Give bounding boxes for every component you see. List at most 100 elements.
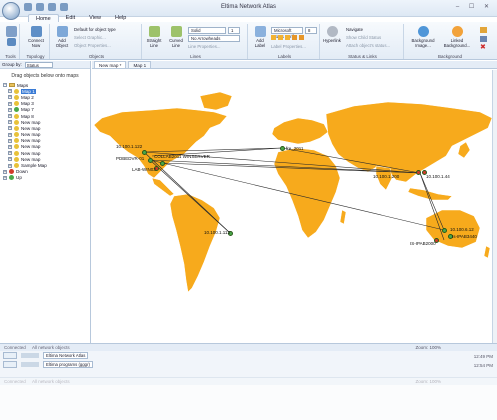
- expand-icon[interactable]: +: [8, 132, 12, 137]
- group-label-status: Status & Links: [348, 54, 377, 59]
- text-color-icon[interactable]: [299, 35, 304, 40]
- tree-item-label: Map 3: [21, 101, 34, 107]
- node-label[interactable]: 10.100.1.113: [204, 230, 230, 235]
- node-label[interactable]: IS-IPAB2000: [410, 241, 436, 246]
- remove-background-icon[interactable]: ✖: [480, 44, 487, 51]
- map-canvas[interactable]: 10.100.1.122 PDBEDVR-01 COLLAB2011 WINSE…: [92, 70, 497, 343]
- status-dot-icon: [14, 94, 19, 100]
- expand-icon[interactable]: +: [8, 107, 12, 112]
- background-image-button[interactable]: Background Image...: [410, 26, 436, 48]
- image-options-icon[interactable]: [480, 27, 487, 33]
- default-object-type[interactable]: Default for object type: [74, 27, 116, 32]
- node-label[interactable]: Is-IPAB3440: [452, 234, 477, 239]
- expand-icon[interactable]: +: [3, 175, 7, 180]
- linked-background-button[interactable]: Linked Background...: [442, 26, 472, 48]
- network-node-dot[interactable]: [142, 150, 147, 155]
- status-dot-icon: [9, 175, 14, 181]
- expand-icon[interactable]: +: [3, 169, 7, 174]
- japan: [457, 141, 471, 159]
- font-size-select[interactable]: 8: [305, 27, 317, 34]
- group-by-row: Group by: Status: [0, 61, 90, 69]
- network-node-dot[interactable]: [280, 146, 285, 151]
- node-label[interactable]: PDBEDVR-01: [116, 156, 144, 161]
- line-properties[interactable]: Line Properties...: [188, 44, 220, 49]
- europe: [271, 117, 329, 145]
- tree-item-label: New map: [21, 156, 41, 162]
- tree-item-label: Down: [16, 169, 28, 175]
- node-label[interactable]: 10.100.1.44: [426, 174, 450, 179]
- add-label-button[interactable]: Add Label: [250, 26, 270, 48]
- arrowhead-select[interactable]: No Arrowheads: [188, 35, 240, 42]
- status-dot-icon: [14, 113, 19, 119]
- tree-item[interactable]: + Up: [3, 175, 90, 181]
- group-by-label: Group by:: [2, 62, 22, 67]
- doc-tab-map-1[interactable]: Map 1: [128, 61, 152, 68]
- expand-icon[interactable]: −: [3, 83, 7, 88]
- straight-line-button[interactable]: Straight Line: [144, 26, 164, 48]
- tree-item-label: Sample Map: [21, 163, 47, 169]
- status-dot-icon: [14, 163, 19, 169]
- node-label[interactable]: fre_2011: [286, 146, 303, 151]
- label-properties[interactable]: Label Properties...: [271, 44, 306, 49]
- expand-icon[interactable]: +: [8, 89, 12, 94]
- app-window: Eltima Network Atlas ‒ ☐ ✕ Home Edit Vie…: [0, 0, 497, 420]
- central-america: [151, 177, 175, 197]
- node-label[interactable]: 10.100.6.12: [450, 227, 474, 232]
- group-topology: Connect Now Topology: [22, 24, 50, 59]
- hyperlink-button[interactable]: Hyperlink: [322, 26, 342, 43]
- navigate-button[interactable]: Navigate: [346, 27, 363, 32]
- italic-icon[interactable]: [278, 35, 283, 40]
- status-chip[interactable]: [3, 352, 17, 359]
- group-by-select[interactable]: Status: [24, 61, 53, 68]
- monitor-item-1[interactable]: Eltima Network Atlas: [43, 352, 89, 359]
- select-graphic[interactable]: Select Graphic...: [74, 35, 106, 40]
- expand-icon[interactable]: +: [8, 157, 12, 162]
- expand-icon[interactable]: +: [8, 126, 12, 131]
- status-chip[interactable]: [3, 361, 17, 368]
- continents: [93, 91, 493, 293]
- tools-button[interactable]: [2, 26, 20, 47]
- connect-now-button[interactable]: Connect Now: [26, 26, 46, 48]
- node-label[interactable]: 10.100.1.200: [373, 174, 399, 179]
- expand-icon[interactable]: +: [8, 101, 12, 106]
- greenland: [199, 91, 233, 111]
- status-dot-icon: [14, 138, 19, 144]
- hyperlink-icon: [326, 26, 338, 37]
- expand-icon[interactable]: +: [8, 120, 12, 125]
- object-properties[interactable]: Object Properties...: [74, 43, 111, 48]
- expand-icon[interactable]: +: [8, 138, 12, 143]
- map-vertical-scrollbar[interactable]: [492, 70, 497, 343]
- font-select[interactable]: Microsoft Sans Serif: [271, 27, 303, 39]
- doc-tab-new-map[interactable]: New map *: [94, 61, 127, 68]
- status-dot-icon: [9, 169, 14, 175]
- network-node-dot[interactable]: [148, 158, 153, 163]
- expand-icon[interactable]: +: [8, 95, 12, 100]
- settings-icon[interactable]: [480, 36, 487, 42]
- monitor-item-2[interactable]: Eltima programs (gggr): [43, 361, 93, 368]
- tree-item-label: Maps: [17, 82, 29, 88]
- bold-icon[interactable]: [271, 35, 276, 40]
- expand-icon[interactable]: +: [8, 163, 12, 168]
- status-dot-icon: [14, 88, 19, 94]
- underline-icon[interactable]: [285, 35, 290, 40]
- expand-icon[interactable]: +: [8, 114, 12, 119]
- add-object-button[interactable]: Add Object: [52, 26, 72, 48]
- network-node-dot[interactable]: [442, 228, 447, 233]
- attach-status[interactable]: Attach object's status...: [346, 43, 390, 48]
- node-label[interactable]: COLLAB2011 WINSERVER: [154, 154, 210, 159]
- group-label-topology: Topology: [26, 54, 45, 59]
- show-child-status[interactable]: Show Child Status: [346, 35, 381, 40]
- network-node-dot[interactable]: [416, 170, 421, 175]
- label-label: Label: [254, 43, 266, 48]
- fill-color-icon[interactable]: [292, 35, 297, 40]
- network-node-dot[interactable]: [160, 161, 165, 166]
- curved-line-button[interactable]: Curved Line: [166, 26, 186, 48]
- expand-icon[interactable]: +: [8, 144, 12, 149]
- node-label[interactable]: LAB-WIN03: [132, 167, 156, 172]
- globe-icon: [417, 26, 429, 37]
- node-label[interactable]: 10.100.1.122: [116, 144, 142, 149]
- line-width-select[interactable]: 1: [228, 27, 240, 34]
- expand-icon[interactable]: +: [8, 151, 12, 156]
- line-style-select[interactable]: Solid: [188, 27, 226, 34]
- window-controls[interactable]: ‒ ☐ ✕: [456, 3, 493, 10]
